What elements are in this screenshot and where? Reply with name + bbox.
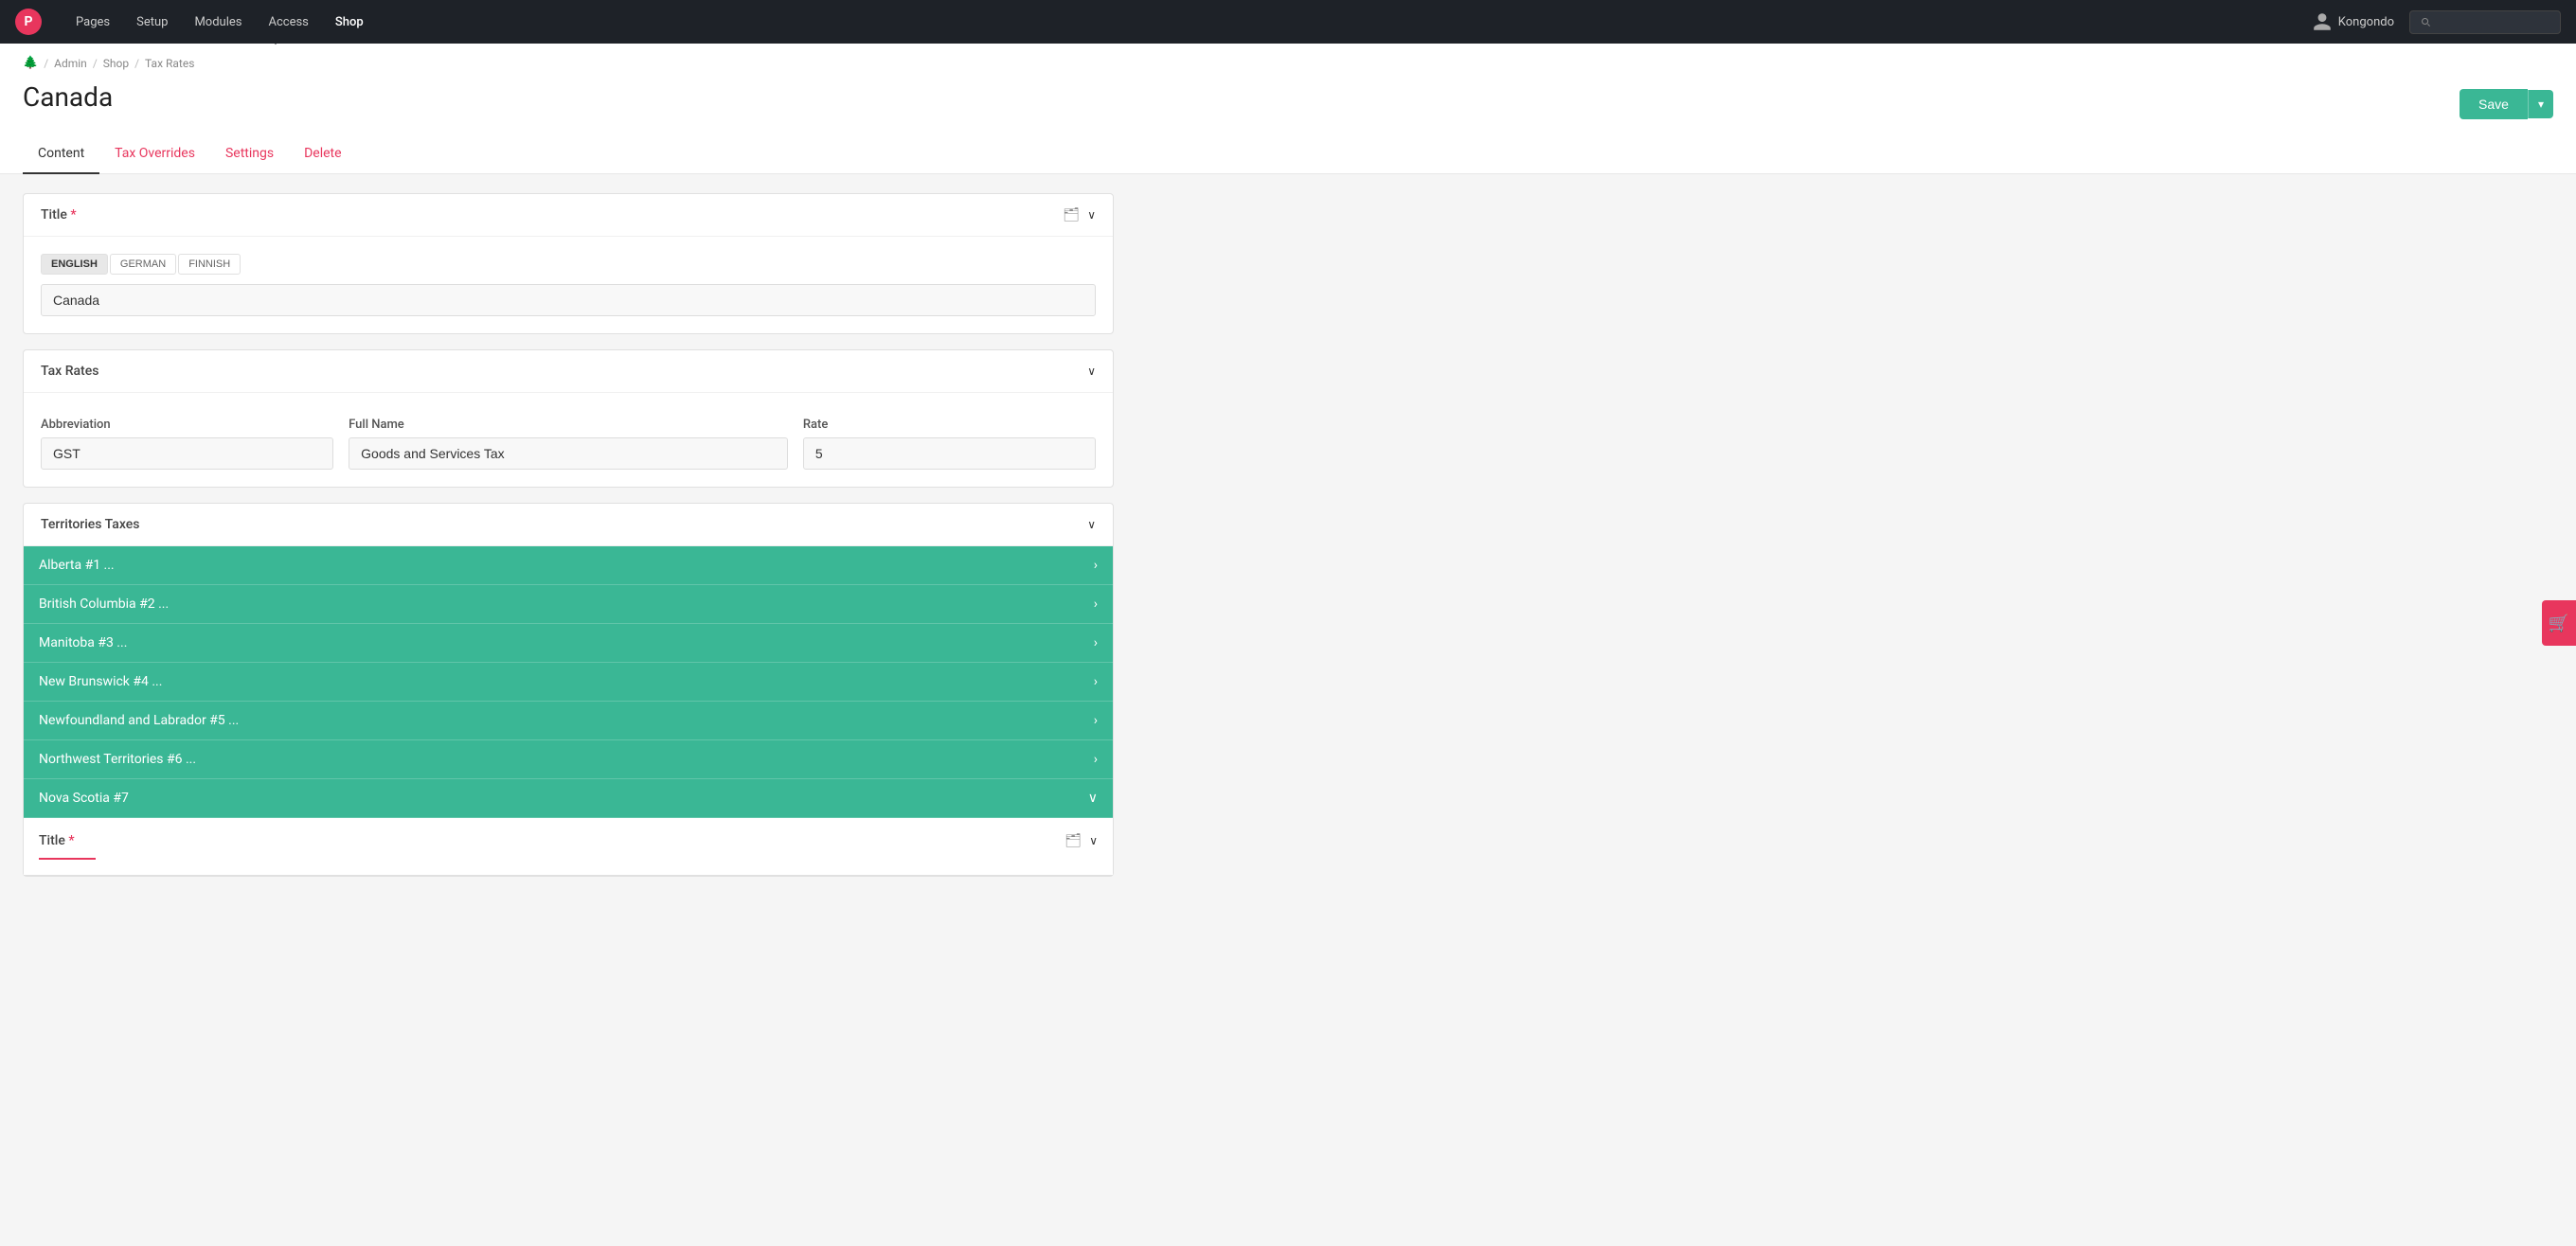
logo[interactable]: P	[15, 9, 42, 35]
tab-tax-overrides[interactable]: Tax Overrides	[99, 134, 210, 174]
save-button-group: Save ▾	[2460, 89, 2553, 119]
tab-content[interactable]: Content	[23, 134, 99, 174]
main-content: Title * 🗂 ∨ ENGLISH GERMAN FINNISH Tax R…	[0, 174, 1136, 911]
territory-item-manitoba[interactable]: Manitoba #3 ... ›	[24, 624, 1113, 663]
tax-rates-body: Abbreviation Full Name Rate	[24, 393, 1113, 487]
nav-right: Kongondo	[2312, 10, 2561, 34]
language-tabs: ENGLISH GERMAN FINNISH	[41, 254, 1096, 275]
lang-tab-english[interactable]: ENGLISH	[41, 254, 108, 275]
territory-item-newfoundland[interactable]: Newfoundland and Labrador #5 ... ›	[24, 702, 1113, 740]
abbreviation-input[interactable]	[41, 437, 333, 470]
cart-icon: 🛒	[2549, 614, 2569, 633]
territory-item-alberta[interactable]: Alberta #1 ... ›	[24, 546, 1113, 585]
nova-scotia-title-label: Title *	[39, 833, 75, 848]
nav-item-pages[interactable]: Pages	[64, 9, 121, 35]
title-underline	[39, 858, 96, 860]
folder-icon[interactable]: 🗂	[1063, 207, 1080, 222]
territory-label: Alberta #1 ...	[39, 558, 115, 573]
search-input[interactable]	[2437, 15, 2550, 29]
full-name-label: Full Name	[349, 418, 788, 432]
territory-label: Manitoba #3 ...	[39, 635, 127, 650]
chevron-right-icon: ›	[1094, 635, 1098, 650]
rate-label: Rate	[803, 418, 1096, 432]
chevron-right-icon: ›	[1094, 752, 1098, 767]
territories-label: Territories Taxes	[41, 517, 139, 532]
nova-scotia-title-actions: 🗂 ∨	[1064, 833, 1098, 848]
search-bar[interactable]	[2409, 10, 2561, 34]
territory-label: Nova Scotia #7	[39, 791, 129, 806]
user-name: Kongondo	[2338, 15, 2394, 29]
tab-delete[interactable]: Delete	[289, 134, 356, 174]
full-name-input[interactable]	[349, 437, 788, 470]
tax-rates-grid: Abbreviation Full Name Rate	[41, 418, 1096, 470]
chevron-right-icon: ›	[1094, 674, 1098, 689]
title-section-header: Title * 🗂 ∨	[24, 194, 1113, 237]
title-section-label: Title *	[41, 207, 77, 222]
nova-scotia-title-row: Title * 🗂 ∨	[39, 833, 1098, 848]
page-title: Canada	[23, 81, 113, 113]
tab-settings[interactable]: Settings	[210, 134, 289, 174]
lang-tab-finnish[interactable]: FINNISH	[178, 254, 241, 275]
top-navigation: P Pages Setup Modules Access Shop Kongon…	[0, 0, 2576, 44]
territory-item-northwest[interactable]: Northwest Territories #6 ... ›	[24, 740, 1113, 779]
nav-items: Pages Setup Modules Access Shop	[64, 9, 2289, 35]
title-input[interactable]	[41, 284, 1096, 316]
home-icon: 🌲	[23, 56, 38, 70]
territory-label: Newfoundland and Labrador #5 ...	[39, 713, 239, 728]
nav-item-modules[interactable]: Modules	[183, 9, 253, 35]
search-icon	[2420, 15, 2431, 28]
chevron-down-icon[interactable]: ∨	[1087, 208, 1096, 222]
breadcrumb-admin[interactable]: Admin	[54, 57, 87, 70]
breadcrumb-shop[interactable]: Shop	[103, 57, 129, 70]
chevron-down-icon[interactable]: ∨	[1087, 518, 1096, 531]
chevron-right-icon: ›	[1094, 713, 1098, 728]
territories-section: Territories Taxes ∨ Alberta #1 ... › Bri…	[23, 503, 1114, 877]
user-menu[interactable]: Kongondo	[2312, 11, 2394, 32]
full-name-field: Full Name	[349, 418, 788, 470]
chevron-down-icon[interactable]: ∨	[1087, 365, 1096, 378]
title-section: Title * 🗂 ∨ ENGLISH GERMAN FINNISH	[23, 193, 1114, 334]
territory-item-nova-scotia[interactable]: Nova Scotia #7 ∨	[24, 779, 1113, 818]
territory-label: New Brunswick #4 ...	[39, 674, 162, 689]
user-avatar-icon	[2312, 11, 2333, 32]
folder-icon[interactable]: 🗂	[1064, 833, 1082, 848]
tax-rates-label: Tax Rates	[41, 364, 98, 379]
title-section-actions: 🗂 ∨	[1063, 207, 1096, 222]
chevron-right-icon: ›	[1094, 558, 1098, 573]
save-button[interactable]: Save	[2460, 89, 2528, 119]
territory-item-bc[interactable]: British Columbia #2 ... ›	[24, 585, 1113, 624]
abbreviation-field: Abbreviation	[41, 418, 333, 470]
tax-rates-actions: ∨	[1087, 365, 1096, 378]
tax-rates-section: Tax Rates ∨ Abbreviation Full Name Rate	[23, 349, 1114, 488]
required-star: *	[68, 833, 74, 848]
required-indicator: *	[70, 207, 76, 222]
chevron-down-icon[interactable]: ∨	[1089, 834, 1098, 847]
chevron-down-icon: ∨	[1088, 791, 1098, 806]
territory-label: British Columbia #2 ...	[39, 596, 169, 612]
chevron-right-icon: ›	[1094, 596, 1098, 612]
rate-input[interactable]	[803, 437, 1096, 470]
title-section-body: ENGLISH GERMAN FINNISH	[24, 237, 1113, 333]
nova-scotia-content: Title * 🗂 ∨	[24, 818, 1113, 875]
breadcrumb: 🌲 / Admin / Shop / Tax Rates	[0, 44, 2576, 81]
territories-header: Territories Taxes ∨	[24, 504, 1113, 546]
nav-item-shop[interactable]: Shop	[324, 9, 375, 35]
breadcrumb-current: Tax Rates	[145, 57, 194, 70]
nav-item-setup[interactable]: Setup	[125, 9, 179, 35]
nav-item-access[interactable]: Access	[257, 9, 319, 35]
lang-tab-german[interactable]: GERMAN	[110, 254, 176, 275]
cart-sidebar-button[interactable]: 🛒	[2542, 600, 2576, 646]
logo-letter: P	[24, 14, 32, 29]
territory-label: Northwest Territories #6 ...	[39, 752, 196, 767]
save-dropdown-button[interactable]: ▾	[2528, 90, 2553, 118]
page-tabs: Content Tax Overrides Settings Delete	[0, 134, 2576, 174]
tax-rates-header: Tax Rates ∨	[24, 350, 1113, 393]
territory-item-new-brunswick[interactable]: New Brunswick #4 ... ›	[24, 663, 1113, 702]
chevron-down-icon: ▾	[2538, 98, 2544, 111]
page-header: Canada Save ▾	[0, 81, 2576, 134]
abbreviation-label: Abbreviation	[41, 418, 333, 432]
nova-scotia-expanded: Title * 🗂 ∨	[24, 818, 1113, 876]
rate-field: Rate	[803, 418, 1096, 470]
